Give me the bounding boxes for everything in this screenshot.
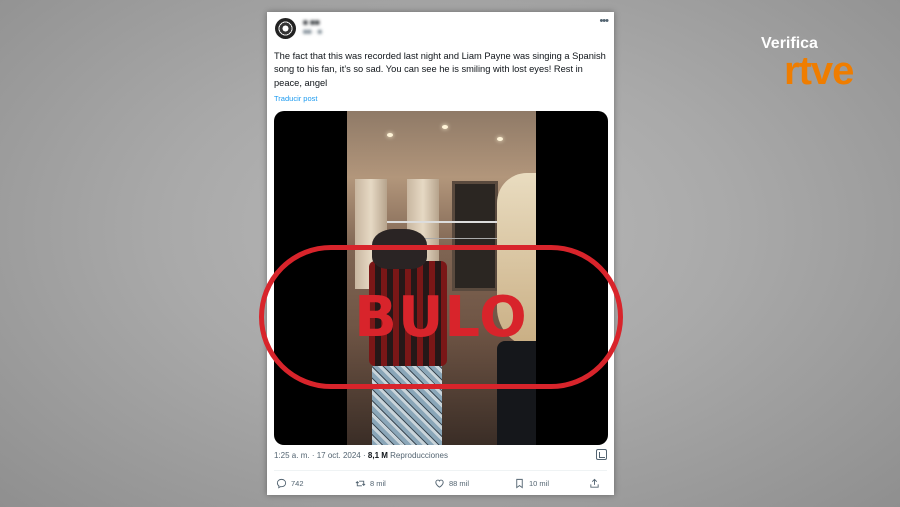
meta-separator: · <box>363 451 366 460</box>
translate-post-link[interactable]: Traducir post <box>274 94 318 103</box>
divider <box>274 470 607 471</box>
bookmark-count: 10 mil <box>529 479 550 488</box>
ceiling-light <box>387 133 393 137</box>
user-name-blurred[interactable]: ■ ■■ <box>303 18 320 27</box>
more-icon[interactable]: ••• <box>599 15 609 27</box>
reply-count: 742 <box>291 479 304 488</box>
post-time[interactable]: 1:25 a. m. <box>274 451 310 460</box>
repost-count: 8 mil <box>370 479 386 488</box>
like-count: 88 mil <box>449 479 470 488</box>
share-button[interactable] <box>589 478 604 489</box>
like-icon <box>435 479 444 488</box>
ceiling-light <box>442 125 448 129</box>
views-count: 8,1 M <box>367 451 388 460</box>
ceiling-light <box>497 137 503 141</box>
share-icon <box>590 478 599 488</box>
bookmark-icon <box>516 478 523 489</box>
views-label: Reproducciones <box>390 451 448 460</box>
rtve-logo: rtve <box>784 49 854 93</box>
user-handle-blurred: ■■ · ■ <box>303 29 322 36</box>
like-button[interactable]: 88 mil <box>434 478 469 489</box>
reply-button[interactable]: 742 <box>276 478 304 489</box>
post-text: The fact that this was recorded last nig… <box>274 51 606 88</box>
action-bar: 742 8 mil 88 mil 10 mil <box>274 478 604 492</box>
repost-button[interactable]: 8 mil <box>355 478 386 489</box>
bookmark-button[interactable]: 10 mil <box>514 478 549 489</box>
avatar[interactable] <box>275 18 296 39</box>
post-date[interactable]: 17 oct. 2024 <box>317 451 361 460</box>
meta-separator: · <box>311 451 315 460</box>
post-meta: 1:25 a. m. · 17 oct. 2024 · 8,1 M Reprod… <box>274 451 448 460</box>
reply-icon <box>276 478 287 489</box>
repost-icon <box>355 480 366 487</box>
stats-icon[interactable] <box>596 449 607 460</box>
bulo-stamp-text: BULO <box>354 284 528 350</box>
